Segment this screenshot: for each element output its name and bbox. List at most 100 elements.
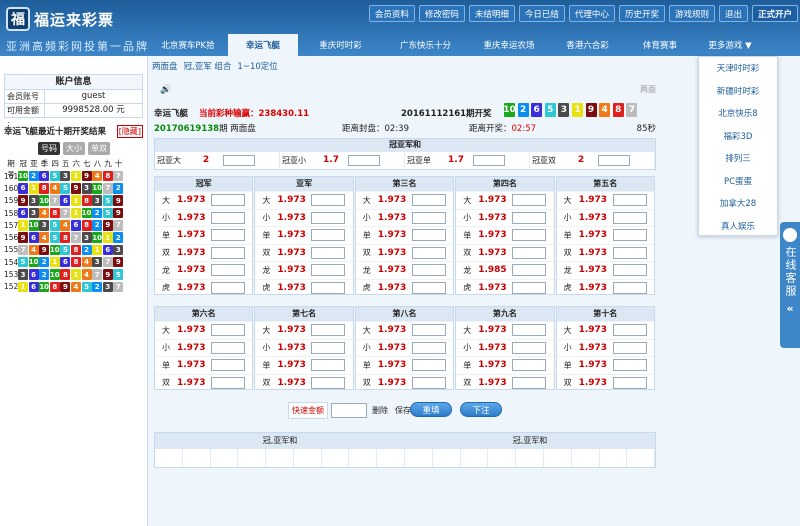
bet-amount-input[interactable] [411, 281, 446, 294]
bet-row: 双 1.973 [255, 373, 353, 392]
bet-amount-input[interactable] [512, 194, 547, 207]
top-button[interactable]: 会员资料 [368, 5, 415, 22]
bet-amount-input[interactable] [512, 246, 547, 259]
logo[interactable]: 福 福运来彩票 [6, 6, 146, 32]
nav-tab[interactable]: 幸运飞艇 [228, 34, 298, 56]
bet-amount-input[interactable] [598, 154, 630, 166]
bet-amount-input[interactable] [512, 376, 547, 389]
nav-tab[interactable]: 重庆时时彩 [298, 34, 383, 56]
bet-amount-input[interactable] [473, 154, 505, 166]
bet-amount-input[interactable] [512, 211, 547, 224]
bet-amount-input[interactable] [411, 376, 446, 389]
nav-tab[interactable]: 更多游戏 ▼ [695, 34, 765, 56]
sound-icon[interactable]: 🔊 [160, 85, 171, 95]
nav-tab[interactable]: 香港六合彩 [550, 34, 625, 56]
history-hide-link[interactable]: [隐藏] [116, 124, 143, 138]
reset-button[interactable]: 重填 [410, 402, 452, 417]
bet-amount-input[interactable] [512, 341, 547, 354]
bet-amount-input[interactable] [612, 324, 647, 337]
bet-amount-input[interactable] [512, 264, 547, 277]
dropdown-item[interactable]: 天津时时彩 [699, 57, 777, 80]
number-ball: 6 [60, 195, 71, 206]
bet-amount-input[interactable] [211, 194, 245, 207]
bet-amount-input[interactable] [211, 246, 245, 259]
bet-amount-input[interactable] [411, 359, 446, 372]
bet-amount-input[interactable] [211, 341, 245, 354]
bet-amount-input[interactable] [311, 229, 346, 242]
bet-amount-input[interactable] [612, 376, 647, 389]
nav-tab[interactable]: 广东快乐十分 [383, 34, 468, 56]
bet-amount-input[interactable] [311, 194, 346, 207]
bet-amount-input[interactable] [512, 359, 547, 372]
dropdown-item[interactable]: 排列三 [699, 147, 777, 170]
bet-label: 大 [262, 195, 271, 205]
bet-amount-input[interactable] [411, 194, 446, 207]
bet-amount-input[interactable] [612, 359, 647, 372]
top-button[interactable]: 游戏规则 [668, 5, 715, 22]
bet-amount-input[interactable] [411, 264, 446, 277]
bet-amount-input[interactable] [612, 264, 647, 277]
bet-amount-input[interactable] [612, 194, 647, 207]
bet-amount-input[interactable] [411, 211, 446, 224]
bet-amount-input[interactable] [211, 281, 245, 294]
bet-amount-input[interactable] [612, 341, 647, 354]
bet-amount-input[interactable] [612, 211, 647, 224]
sub-tab[interactable]: 1~10定位 [237, 60, 277, 72]
sub-tab[interactable]: 冠,亚军 组合 [184, 60, 232, 72]
bet-amount-input[interactable] [211, 324, 245, 337]
bet-amount-input[interactable] [211, 229, 245, 242]
dropdown-item[interactable]: 福彩3D [699, 125, 777, 148]
top-button[interactable]: 历史开奖 [618, 5, 665, 22]
bet-amount-input[interactable] [311, 341, 346, 354]
top-button[interactable]: 未结明细 [468, 5, 515, 22]
submit-button[interactable]: 下注 [460, 402, 502, 417]
bet-label: 单 [362, 360, 371, 370]
bet-amount-input[interactable] [223, 154, 255, 166]
dropdown-item[interactable]: 真人娱乐 [699, 215, 777, 238]
bet-amount-input[interactable] [211, 211, 245, 224]
history-tab[interactable]: 大小 [63, 142, 85, 155]
sub-tab[interactable]: 两面盘 [152, 60, 178, 72]
bet-amount-input[interactable] [512, 281, 547, 294]
dropdown-item[interactable]: 加拿大28 [699, 192, 777, 215]
dropdown-item[interactable]: PC蛋蛋 [699, 170, 777, 193]
top-button[interactable]: 退出 [718, 5, 748, 22]
quick-amount-input[interactable] [331, 403, 367, 418]
nav-tab[interactable]: 重庆幸运农场 [468, 34, 550, 56]
bet-amount-input[interactable] [311, 324, 346, 337]
bet-amount-input[interactable] [612, 229, 647, 242]
top-button[interactable]: 正式开户 [751, 5, 798, 22]
nav-tab[interactable]: 体育赛事 [625, 34, 695, 56]
bet-amount-input[interactable] [411, 246, 446, 259]
bet-amount-input[interactable] [411, 229, 446, 242]
bet-amount-input[interactable] [311, 376, 346, 389]
history-tab[interactable]: 单双 [88, 142, 110, 155]
top-button[interactable]: 代理中心 [568, 5, 615, 22]
history-tab[interactable]: 号码 [38, 142, 60, 155]
top-button[interactable]: 修改密码 [418, 5, 465, 22]
delete-button[interactable]: 删除 [370, 404, 390, 417]
bet-amount-input[interactable] [311, 359, 346, 372]
bet-amount-input[interactable] [348, 154, 380, 166]
bet-amount-input[interactable] [512, 324, 547, 337]
bet-amount-input[interactable] [311, 246, 346, 259]
online-service-tab[interactable]: 在线客服 « [780, 222, 800, 348]
bet-amount-input[interactable] [211, 376, 245, 389]
bet-amount-input[interactable] [512, 229, 547, 242]
bet-amount-input[interactable] [612, 281, 647, 294]
bet-amount-input[interactable] [311, 264, 346, 277]
dropdown-item[interactable]: 北京快乐8 [699, 102, 777, 125]
bet-amount-input[interactable] [211, 359, 245, 372]
collapse-icon[interactable]: « [786, 302, 793, 315]
odds-value: 1.985 [478, 265, 507, 276]
bet-amount-input[interactable] [411, 324, 446, 337]
history-row: 152 1 6 10 8 9 4 5 2 3 7 [4, 281, 143, 293]
bet-amount-input[interactable] [411, 341, 446, 354]
dropdown-item[interactable]: 新疆时时彩 [699, 80, 777, 103]
bet-amount-input[interactable] [612, 246, 647, 259]
bet-amount-input[interactable] [311, 211, 346, 224]
nav-tab[interactable]: 北京赛车PK拾 [148, 34, 228, 56]
top-button[interactable]: 今日已结 [518, 5, 565, 22]
bet-amount-input[interactable] [311, 281, 346, 294]
bet-amount-input[interactable] [211, 264, 245, 277]
